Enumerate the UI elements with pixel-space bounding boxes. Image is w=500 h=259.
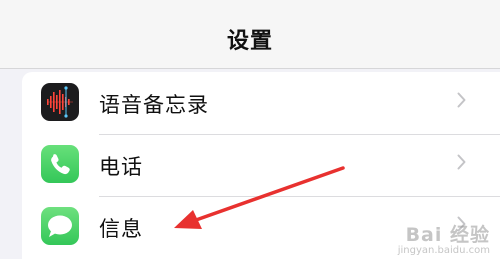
- baidu-jingyan-watermark: Bai 经验 jingyan.baidu.com: [398, 220, 490, 256]
- chevron-right-icon: [457, 92, 466, 108]
- chevron-right-icon: [457, 154, 466, 170]
- messages-icon: [41, 207, 79, 245]
- phone-icon: [41, 145, 79, 183]
- settings-item-phone[interactable]: 电话: [22, 134, 500, 196]
- settings-item-voice-memos[interactable]: 语音备忘录: [22, 72, 500, 134]
- watermark-url: jingyan.baidu.com: [397, 245, 490, 256]
- settings-item-label: 电话: [99, 155, 143, 179]
- settings-item-label: 信息: [99, 217, 143, 241]
- navigation-bar: 设置: [0, 0, 500, 69]
- voice-memos-icon: [41, 83, 79, 121]
- settings-item-label: 语音备忘录: [99, 93, 209, 117]
- page-title: 设置: [226, 29, 273, 54]
- settings-screen: 设置 语音备忘录 电话 信息 Bai 经验 jingyan.baidu.com: [0, 0, 500, 259]
- watermark-logo: Bai 经验: [405, 224, 490, 246]
